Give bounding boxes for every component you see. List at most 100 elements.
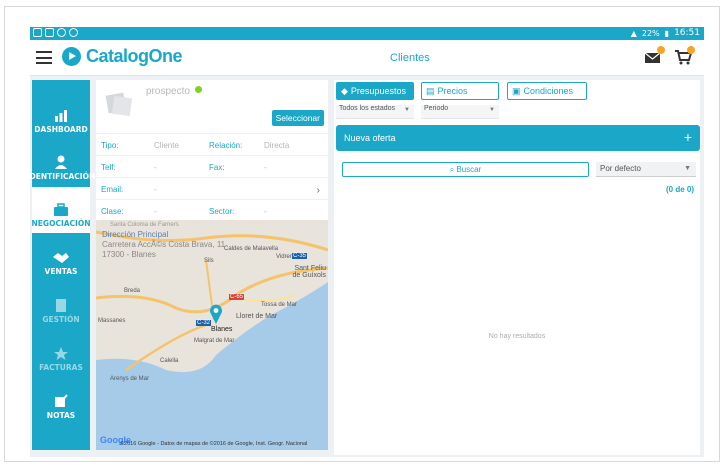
info-row-telf: Telf: - Fax: - [96, 155, 328, 177]
sort-value: Por defecto [600, 164, 641, 173]
map-pin-icon[interactable] [209, 304, 223, 324]
sidebar-item-negociacion[interactable]: NEGOCIACIÓN [31, 187, 91, 233]
fax-label: Fax: [209, 163, 225, 172]
map-place: Sant Feliu de Guíxols [292, 265, 326, 279]
sidebar-item-label: FACTURAS [39, 363, 83, 372]
tablet-screen: ▲ 22% ▮ 16:51 CatalogOne Clientes DASHBO… [30, 27, 704, 457]
map-place: Malgrat de Mar [194, 338, 235, 344]
mail-icon[interactable] [644, 46, 665, 65]
sidebar-item-label: IDENTIFICACIÓN [30, 172, 96, 181]
sidebar: DASHBOARD IDENTIFICACIÓN NEGOCIACIÓN VEN… [30, 80, 95, 450]
sync-icon [69, 28, 78, 37]
sidebar-item-identificacion[interactable]: IDENTIFICACIÓN [30, 140, 95, 186]
mail-badge [657, 46, 665, 54]
search-placeholder: Buscar [456, 165, 482, 174]
select-button[interactable]: Seleccionar [271, 110, 324, 126]
cart-icon[interactable] [674, 46, 695, 65]
chevron-right-icon[interactable]: › [317, 185, 320, 196]
plus-icon[interactable]: + [684, 129, 692, 145]
period-filter-dropdown[interactable]: Periodo ▼ [421, 105, 499, 119]
results-count: (0 de 0) [665, 185, 694, 194]
sidebar-item-label: VENTAS [44, 267, 78, 276]
tab-presupuestos[interactable]: ◆ Presupuestos [336, 82, 414, 100]
map-view[interactable]: Dirección Principal Carretera AccÃ©s Cos… [96, 220, 328, 450]
status-bar: ▲ 22% ▮ 16:51 [30, 27, 704, 40]
email-value: - [154, 185, 157, 194]
road-shield: C-35 [292, 253, 308, 259]
document-icon: ▣ [512, 85, 521, 96]
menu-icon[interactable] [36, 51, 52, 64]
person-icon [55, 155, 67, 169]
sidebar-item-notas[interactable]: NOTAS [32, 379, 90, 425]
clase-label: Clase: [101, 207, 124, 216]
stars-icon [54, 347, 68, 360]
address-line1: Carretera AccÃ©s Costa Brava, 11 [102, 240, 226, 249]
notification-icons [33, 28, 78, 37]
client-avatar [105, 92, 133, 117]
road-shield: C-65 [229, 294, 245, 300]
map-place: Sils [204, 258, 214, 264]
client-status: prospecto [146, 86, 202, 97]
relacion-label: Relación: [209, 141, 243, 150]
chevron-down-icon: ▼ [404, 107, 410, 113]
map-place: Lloret de Mar [236, 313, 278, 320]
chevron-down-icon: ▼ [684, 165, 691, 172]
sector-label: Sector: [209, 207, 235, 216]
new-offer-label: Nueva oferta [344, 133, 396, 143]
map-place: Tossa de Mar [261, 302, 298, 308]
tab-label: Condiciones [523, 86, 574, 96]
building-icon [56, 299, 66, 312]
status-dot [194, 86, 202, 93]
page-title: Clientes [390, 52, 430, 64]
briefcase-icon [54, 203, 68, 216]
info-row-clase: Clase: - Sector: - [96, 199, 328, 221]
map-place: Blanes [211, 326, 233, 333]
message-icon [45, 28, 54, 37]
play-icon [62, 47, 81, 66]
offers-panel: ◆ Presupuestos ▤ Precios ▣ Condiciones Todo… [334, 80, 700, 455]
signal-icon: ▲ [630, 28, 637, 38]
image-icon [33, 28, 42, 37]
sidebar-item-facturas[interactable]: FACTURAS [32, 331, 90, 377]
address-title: Dirección Principal [102, 230, 169, 239]
clase-value: - [154, 207, 157, 216]
money-icon: ▤ [426, 85, 435, 96]
search-input[interactable]: ⌕ Buscar [342, 162, 589, 177]
map-place: Breda [124, 288, 141, 294]
relacion-value: Directa [264, 141, 290, 150]
sort-dropdown[interactable]: Por defecto ▼ [596, 162, 696, 177]
empty-message: No hay resultados [488, 333, 546, 340]
tab-label: Presupuestos [350, 86, 406, 96]
info-row-tipo: Tipo: Cliente Relación: Directa [96, 133, 328, 155]
tipo-label: Tipo: [101, 141, 119, 150]
tab-precios[interactable]: ▤ Precios [421, 82, 499, 100]
tab-condiciones[interactable]: ▣ Condiciones [507, 82, 587, 100]
info-row-email[interactable]: Email: - › [96, 177, 328, 199]
state-filter-value: Todos los estados [339, 105, 396, 112]
map-copyright: ©2016 Google - Datos de mapas de ©2016 d… [120, 441, 308, 447]
sector-value: - [264, 207, 267, 216]
period-filter-value: Periodo [424, 105, 449, 112]
pencil-note-icon [55, 394, 68, 407]
sidebar-item-ventas[interactable]: VENTAS [32, 235, 90, 281]
new-offer-bar[interactable]: Nueva oferta + [336, 125, 700, 151]
telf-label: Telf: [101, 163, 116, 172]
settings-icon [57, 28, 66, 37]
tab-label: Precios [437, 86, 468, 96]
chevron-down-icon: ▼ [489, 107, 495, 113]
sidebar-item-gestion[interactable]: GESTIÓN [32, 283, 90, 329]
sidebar-item-label: GESTIÓN [42, 315, 80, 324]
chart-icon [55, 110, 67, 122]
map-place: Santa Coloma de Farners [110, 222, 179, 228]
clock: 16:51 [674, 28, 700, 38]
state-filter-dropdown[interactable]: Todos los estados ▼ [336, 105, 414, 119]
app-logo[interactable]: CatalogOne [62, 46, 183, 67]
sidebar-item-label: DASHBOARD [34, 125, 88, 134]
fax-value: - [264, 163, 267, 172]
map-place: Calella [160, 358, 179, 364]
map-place: Massanes [98, 318, 126, 324]
sidebar-item-label: NEGOCIACIÓN [31, 219, 91, 228]
battery-icon: ▮ [664, 28, 670, 38]
window-frame: ▲ 22% ▮ 16:51 CatalogOne Clientes DASHBO… [4, 6, 720, 462]
sidebar-item-dashboard[interactable]: DASHBOARD [32, 93, 90, 139]
